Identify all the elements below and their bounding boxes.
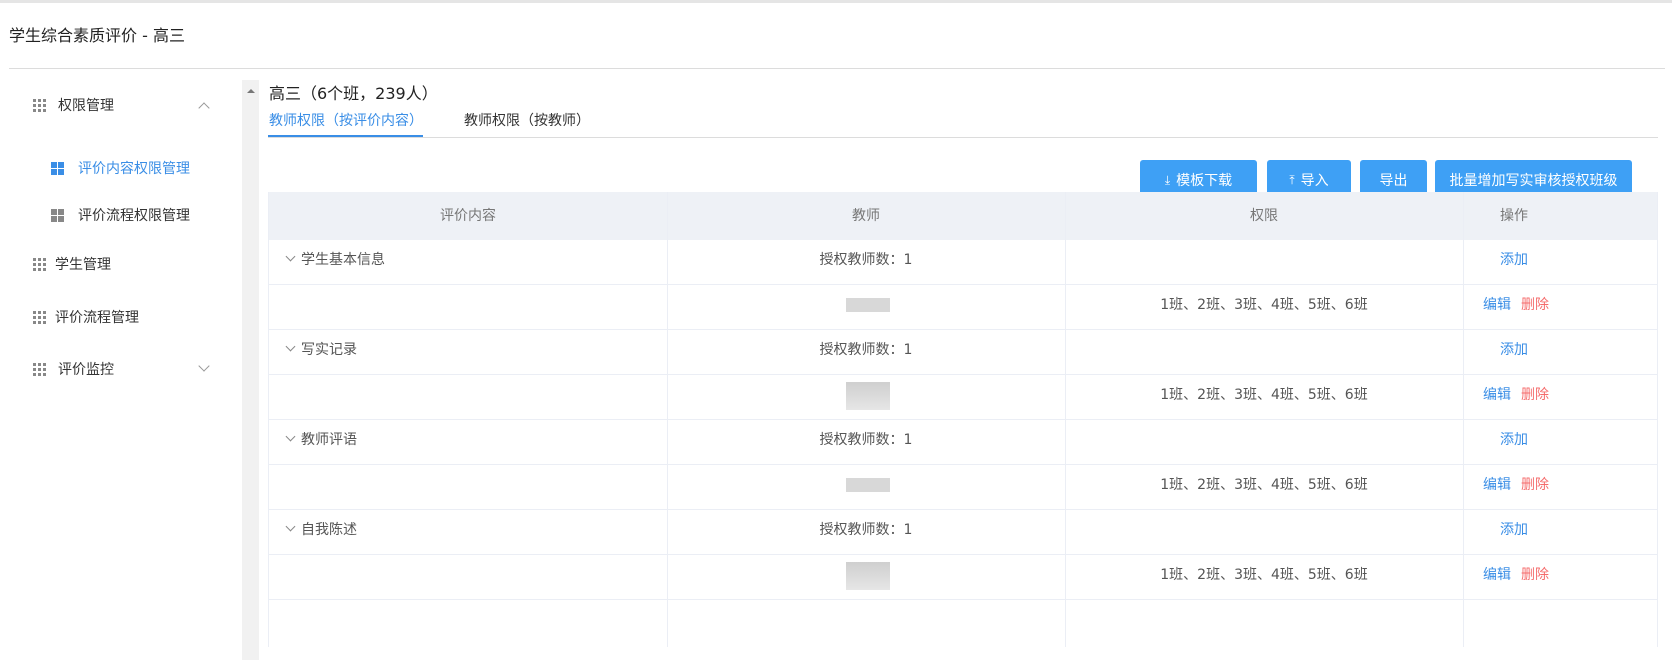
permission-classes: 1班、2班、3班、4班、5班、6班 bbox=[1160, 387, 1368, 403]
button-label: 模板下载 bbox=[1176, 173, 1233, 189]
sidebar-item-monitoring[interactable]: 评价监控 bbox=[0, 354, 232, 384]
sidebar-item-content-permission[interactable]: 评价内容权限管理 bbox=[0, 153, 232, 183]
grid-icon bbox=[33, 257, 46, 271]
sidebar-item-flow-permission[interactable]: 评价流程权限管理 bbox=[0, 200, 232, 230]
edit-link[interactable]: 编辑 bbox=[1483, 282, 1511, 329]
table-row: 1班、2班、3班、4班、5班、6班 编辑 删除 bbox=[269, 372, 1657, 420]
tabs-divider bbox=[268, 137, 1658, 138]
button-label: 导入 bbox=[1300, 173, 1329, 189]
content-name: 写实记录 bbox=[301, 342, 357, 358]
table-row: 1班、2班、3班、4班、5班、6班 编辑 删除 bbox=[269, 552, 1657, 600]
sidebar-item-permission-management[interactable]: 权限管理 bbox=[0, 90, 232, 120]
permission-classes: 1班、2班、3班、4班、5班、6班 bbox=[1160, 297, 1368, 313]
sidebar-item-flow-management[interactable]: 评价流程管理 bbox=[0, 302, 232, 332]
table-row-group: 自我陈述 授权教师数：1 添加 bbox=[269, 507, 1657, 555]
edit-link[interactable]: 编辑 bbox=[1483, 552, 1511, 599]
button-label: 批量增加写实审核授权班级 bbox=[1449, 173, 1618, 189]
teacher-count: 授权教师数：1 bbox=[819, 342, 913, 358]
delete-link[interactable]: 删除 bbox=[1521, 552, 1549, 599]
edit-link[interactable]: 编辑 bbox=[1483, 462, 1511, 509]
teacher-name-redacted bbox=[846, 298, 890, 312]
table-row: 1班、2班、3班、4班、5班、6班 编辑 删除 bbox=[269, 282, 1657, 330]
grid-icon bbox=[33, 362, 46, 376]
sidebar-item-label: 评价流程权限管理 bbox=[78, 208, 190, 224]
sidebar-item-label: 评价内容权限管理 bbox=[78, 161, 190, 177]
upload-icon: ⤒ bbox=[1289, 172, 1295, 187]
expand-chevron-icon[interactable] bbox=[285, 341, 296, 352]
add-button[interactable]: 添加 bbox=[1463, 237, 1565, 284]
apps-icon bbox=[51, 208, 64, 222]
teacher-name-redacted bbox=[846, 562, 890, 590]
delete-link[interactable]: 删除 bbox=[1521, 462, 1549, 509]
add-button[interactable]: 添加 bbox=[1463, 327, 1565, 374]
expand-chevron-icon[interactable] bbox=[285, 431, 296, 442]
delete-link[interactable]: 删除 bbox=[1521, 282, 1549, 329]
grid-icon bbox=[33, 310, 46, 324]
chevron-up-icon bbox=[198, 102, 210, 114]
window-top-edge bbox=[0, 0, 1672, 3]
column-header-content: 评价内容 bbox=[440, 208, 496, 224]
sidebar-item-label: 权限管理 bbox=[58, 98, 114, 114]
column-header-actions: 操作 bbox=[1500, 208, 1528, 224]
teacher-count: 授权教师数：1 bbox=[819, 432, 913, 448]
content-name: 自我陈述 bbox=[301, 522, 357, 538]
apps-icon bbox=[51, 161, 64, 175]
sidebar-item-student-management[interactable]: 学生管理 bbox=[0, 249, 232, 279]
sidebar-item-label: 评价监控 bbox=[58, 362, 114, 378]
teacher-name-redacted bbox=[846, 478, 890, 492]
edit-link[interactable]: 编辑 bbox=[1483, 372, 1511, 419]
teacher-count: 授权教师数：1 bbox=[819, 522, 913, 538]
download-icon: ⤓ bbox=[1164, 172, 1171, 187]
chevron-down-icon bbox=[198, 360, 210, 372]
tab-by-teacher[interactable]: 教师权限（按教师） bbox=[464, 110, 590, 130]
permission-classes: 1班、2班、3班、4班、5班、6班 bbox=[1160, 477, 1368, 493]
add-button[interactable]: 添加 bbox=[1463, 417, 1565, 464]
sidebar-item-label: 学生管理 bbox=[55, 257, 111, 273]
scroll-up-arrow-icon[interactable] bbox=[247, 89, 255, 93]
scrollbar[interactable] bbox=[242, 80, 259, 660]
table-row-group: 学生基本信息 授权教师数：1 添加 bbox=[269, 237, 1657, 285]
expand-chevron-icon[interactable] bbox=[285, 251, 296, 262]
tab-by-content[interactable]: 教师权限（按评价内容） bbox=[269, 110, 423, 130]
permission-table: 评价内容 教师 权限 操作 学生基本信息 授权教师数：1 添加 1班、2班、3班… bbox=[268, 192, 1658, 647]
sidebar: 权限管理 评价内容权限管理 评价流程权限管理 学生管理 评价流程管理 评价监控 bbox=[0, 80, 232, 660]
sidebar-item-label: 评价流程管理 bbox=[55, 310, 139, 326]
expand-chevron-icon[interactable] bbox=[285, 521, 296, 532]
table-row: 1班、2班、3班、4班、5班、6班 编辑 删除 bbox=[269, 462, 1657, 510]
table-row-group: 教师评语 授权教师数：1 添加 bbox=[269, 417, 1657, 465]
content-name: 教师评语 bbox=[301, 432, 357, 448]
delete-link[interactable]: 删除 bbox=[1521, 372, 1549, 419]
app-title: 学生综合素质评价 - 高三 bbox=[9, 26, 185, 45]
table-header: 评价内容 教师 权限 操作 bbox=[269, 192, 1657, 240]
title-divider bbox=[9, 68, 1665, 69]
teacher-name-redacted bbox=[846, 382, 890, 410]
grid-icon bbox=[33, 98, 46, 112]
teacher-count: 授权教师数：1 bbox=[819, 252, 913, 268]
table-row-group: 写实记录 授权教师数：1 添加 bbox=[269, 327, 1657, 375]
column-header-permission: 权限 bbox=[1250, 208, 1278, 224]
column-header-teacher: 教师 bbox=[852, 208, 880, 224]
add-button[interactable]: 添加 bbox=[1463, 507, 1565, 554]
permission-classes: 1班、2班、3班、4班、5班、6班 bbox=[1160, 567, 1368, 583]
button-label: 导出 bbox=[1379, 173, 1408, 189]
content-name: 学生基本信息 bbox=[301, 252, 385, 268]
